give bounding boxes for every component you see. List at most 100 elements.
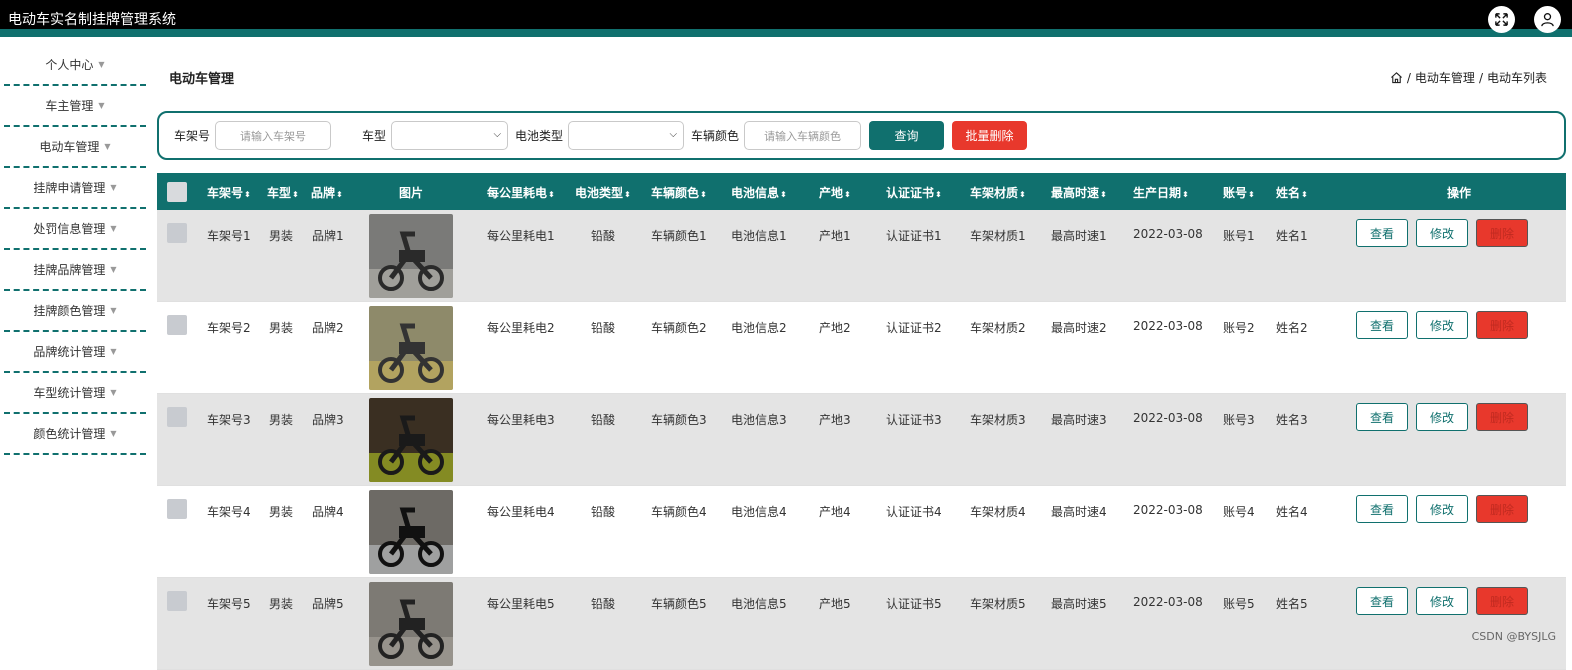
sort-icon[interactable]: ⬍ [1248,190,1255,199]
column-header[interactable]: 车架号⬍ [207,184,251,201]
column-header[interactable]: 车辆颜色⬍ [651,184,707,201]
column-header: 操作 [1447,184,1471,201]
vehicle-photo [369,306,453,390]
cell-speed: 最高时速2 [1051,319,1107,336]
column-header[interactable]: 认证证书⬍ [886,184,942,201]
sort-icon[interactable]: ⬍ [935,190,942,199]
select-all-checkbox[interactable] [167,182,187,202]
delete-button[interactable]: 删除 [1476,587,1528,615]
sidebar-item[interactable]: 挂牌颜色管理▼ [4,291,146,332]
user-button[interactable] [1534,6,1561,33]
sidebar-item[interactable]: 电动车管理▼ [4,127,146,168]
column-header[interactable]: 账号⬍ [1223,184,1255,201]
column-header[interactable]: 电池类型⬍ [575,184,631,201]
column-header[interactable]: 生产日期⬍ [1133,184,1189,201]
cell-name: 姓名4 [1276,503,1308,520]
view-button[interactable]: 查看 [1356,219,1408,247]
column-header-label: 车架号 [207,186,243,200]
sort-icon[interactable]: ⬍ [700,190,707,199]
row-checkbox[interactable] [167,223,187,243]
sort-icon[interactable]: ⬍ [244,190,251,199]
cell-material: 车架材质2 [970,319,1026,336]
fullscreen-button[interactable] [1488,6,1515,33]
sort-icon[interactable]: ⬍ [336,190,343,199]
caret-down-icon: ▼ [98,101,104,110]
cell-date: 2022-03-08 [1133,227,1203,241]
view-button[interactable]: 查看 [1356,495,1408,523]
home-icon[interactable] [1390,71,1403,84]
view-button[interactable]: 查看 [1356,311,1408,339]
caret-down-icon: ▼ [98,60,104,69]
sidebar-item-label: 车主管理 [45,97,93,114]
query-button[interactable]: 查询 [869,121,944,150]
battery-type-select[interactable]: ⌵ [568,121,684,150]
sort-icon[interactable]: ⬍ [548,190,555,199]
edit-button[interactable]: 修改 [1416,403,1468,431]
sidebar-item[interactable]: 个人中心▼ [4,45,146,86]
column-header[interactable]: 车型⬍ [267,184,299,201]
cell-account: 账号1 [1223,227,1255,244]
sidebar-item-label: 挂牌品牌管理 [33,261,105,278]
cell-speed: 最高时速4 [1051,503,1107,520]
sidebar-item[interactable]: 挂牌品牌管理▼ [4,250,146,291]
caret-down-icon: ▼ [110,183,116,192]
frame-number-input[interactable]: 请输入车架号 [215,121,331,150]
cell-name: 姓名5 [1276,595,1308,612]
sort-icon[interactable]: ⬍ [844,190,851,199]
frame-label: 车架号 [174,127,210,144]
cell-speed: 最高时速1 [1051,227,1107,244]
sidebar-item[interactable]: 颜色统计管理▼ [4,414,146,455]
view-button[interactable]: 查看 [1356,587,1408,615]
vehicle-color-input[interactable]: 请输入车辆颜色 [744,121,861,150]
edit-button[interactable]: 修改 [1416,219,1468,247]
sidebar-item[interactable]: 车型统计管理▼ [4,373,146,414]
caret-down-icon: ▼ [104,142,110,151]
sidebar-item[interactable]: 品牌统计管理▼ [4,332,146,373]
delete-button[interactable]: 删除 [1476,403,1528,431]
edit-button[interactable]: 修改 [1416,495,1468,523]
cell-power: 每公里耗电4 [487,503,555,520]
sort-icon[interactable]: ⬍ [624,190,631,199]
edit-button[interactable]: 修改 [1416,587,1468,615]
sort-icon[interactable]: ⬍ [292,190,299,199]
column-header[interactable]: 每公里耗电⬍ [487,184,555,201]
delete-button[interactable]: 删除 [1476,219,1528,247]
row-checkbox[interactable] [167,407,187,427]
row-checkbox[interactable] [167,315,187,335]
cell-model: 男装 [269,595,293,612]
sort-icon[interactable]: ⬍ [780,190,787,199]
caret-down-icon: ▼ [110,388,116,397]
sidebar-item[interactable]: 处罚信息管理▼ [4,209,146,250]
sidebar-item[interactable]: 车主管理 ▼ [4,86,146,127]
column-header[interactable]: 电池信息⬍ [731,184,787,201]
sort-icon[interactable]: ⬍ [1100,190,1107,199]
cell-date: 2022-03-08 [1133,411,1203,425]
column-header[interactable]: 最高时速⬍ [1051,184,1107,201]
top-bar: 电动车实名制挂牌管理系统 [0,0,1572,37]
sidebar-item[interactable]: 挂牌申请管理▼ [4,168,146,209]
cell-frame: 车架号3 [207,411,251,428]
table-row: 车架号4男装品牌4每公里耗电4铅酸车辆颜色4电池信息4产地4认证证书4车架材质4… [157,486,1566,578]
delete-button[interactable]: 删除 [1476,495,1528,523]
batch-delete-button[interactable]: 批量删除 [952,121,1027,150]
edit-button[interactable]: 修改 [1416,311,1468,339]
row-checkbox[interactable] [167,499,187,519]
column-header[interactable]: 品牌⬍ [311,184,343,201]
sort-icon[interactable]: ⬍ [1182,190,1189,199]
delete-button[interactable]: 删除 [1476,311,1528,339]
column-header[interactable]: 车架材质⬍ [970,184,1026,201]
cell-account: 账号3 [1223,411,1255,428]
sort-icon[interactable]: ⬍ [1019,190,1026,199]
column-header[interactable]: 产地⬍ [819,184,851,201]
chevron-down-icon: ⌵ [493,129,501,140]
sort-icon[interactable]: ⬍ [1301,190,1308,199]
view-button[interactable]: 查看 [1356,403,1408,431]
breadcrumb-level1[interactable]: 电动车管理 [1415,69,1475,86]
cell-frame: 车架号5 [207,595,251,612]
column-header[interactable]: 姓名⬍ [1276,184,1308,201]
model-select[interactable]: ⌵ [391,121,508,150]
row-checkbox[interactable] [167,591,187,611]
cell-date: 2022-03-08 [1133,595,1203,609]
cell-material: 车架材质1 [970,227,1026,244]
column-header-label: 车架材质 [970,186,1018,200]
